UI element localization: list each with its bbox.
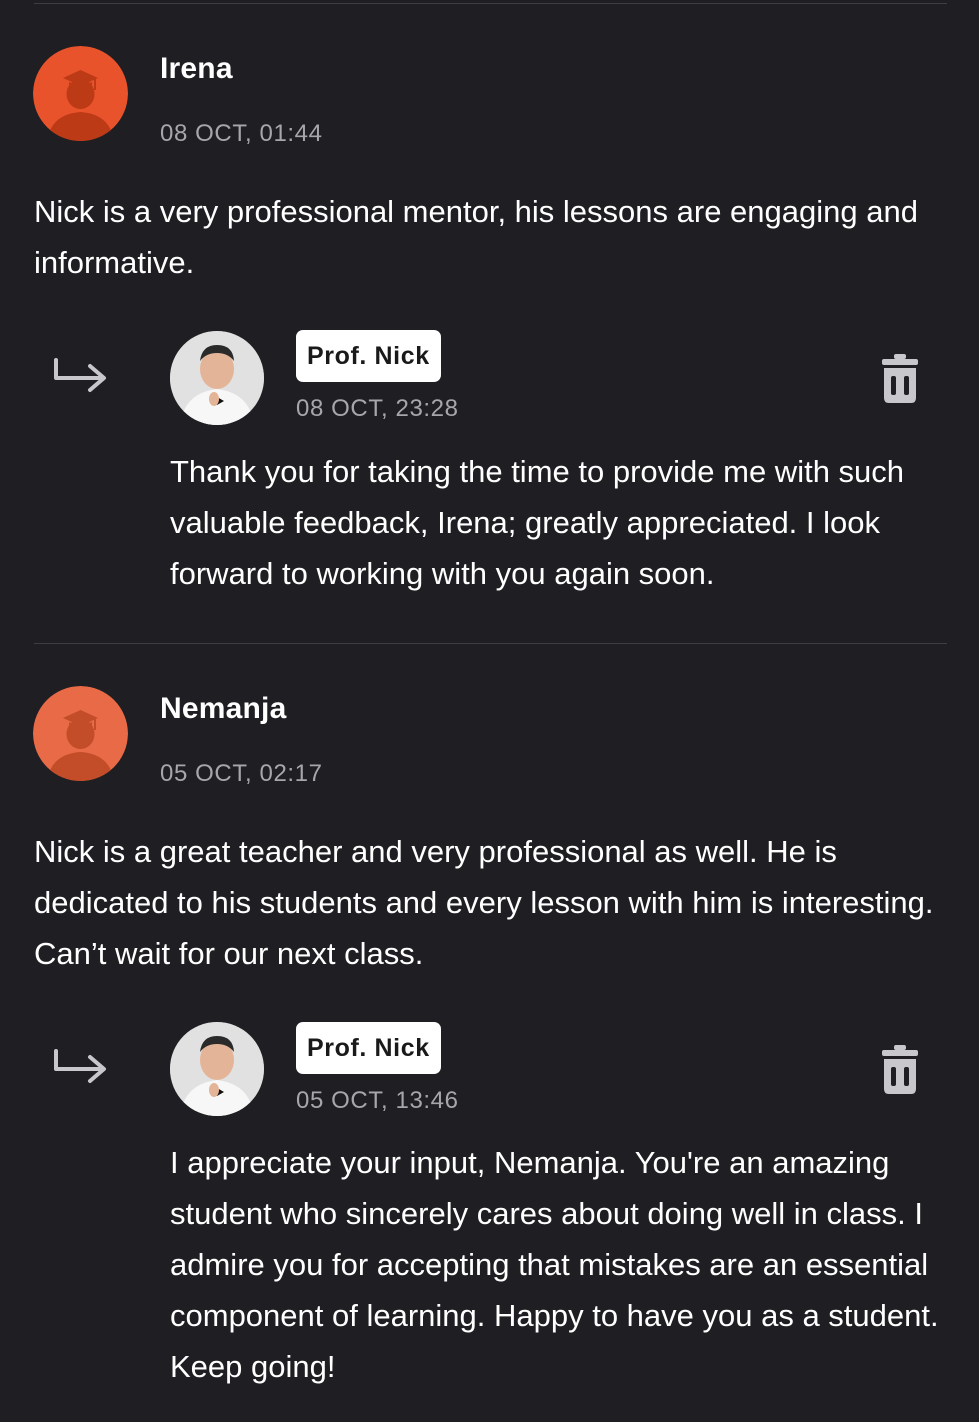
graduation-cap-icon — [33, 686, 128, 781]
reply-text: Thank you for taking the time to provide… — [170, 454, 905, 591]
graduation-cap-icon — [33, 46, 128, 141]
student-avatar[interactable] — [33, 686, 128, 781]
teacher-photo — [170, 331, 264, 425]
review-text: Nick is a great teacher and very profess… — [34, 834, 934, 971]
reply-date: 05 OCT, 13:46 — [296, 1087, 459, 1114]
top-divider — [34, 3, 947, 4]
student-name: Irena — [160, 52, 233, 85]
reply-arrow-icon — [54, 358, 106, 392]
trash-icon[interactable] — [880, 1045, 920, 1095]
teacher-photo — [170, 1022, 264, 1116]
review-date: 05 OCT, 02:17 — [160, 760, 323, 787]
teacher-avatar[interactable] — [170, 331, 264, 425]
review-date: 08 OCT, 01:44 — [160, 120, 323, 147]
review-text: Nick is a very professional mentor, his … — [34, 194, 918, 280]
reply-date: 08 OCT, 23:28 — [296, 395, 459, 422]
student-name: Nemanja — [160, 692, 287, 725]
reply-text: I appreciate your input, Nemanja. You're… — [170, 1145, 939, 1384]
author-badge: Prof. Nick — [296, 1022, 441, 1074]
trash-icon[interactable] — [880, 354, 920, 404]
teacher-avatar[interactable] — [170, 1022, 264, 1116]
reply-arrow-icon — [54, 1049, 106, 1083]
student-avatar[interactable] — [33, 46, 128, 141]
review-divider — [34, 643, 947, 644]
author-badge: Prof. Nick — [296, 330, 441, 382]
